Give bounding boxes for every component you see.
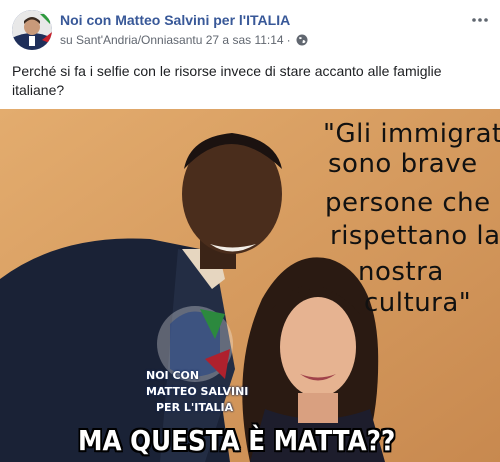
location-link[interactable]: Sant'Andria/Onniasantu bbox=[76, 33, 202, 47]
timestamp-link[interactable]: 27 a sas 11:14 bbox=[206, 33, 284, 47]
post-meta: su Sant'Andria/Onniasantu 27 a sas 11:14… bbox=[60, 33, 308, 47]
meme-bottom-text: MA QUESTA È MATTA?? bbox=[78, 424, 396, 457]
page-avatar[interactable] bbox=[12, 10, 52, 50]
watermark-text: NOI CON bbox=[146, 369, 200, 382]
quote-line: "Gli immigrati bbox=[323, 119, 500, 149]
avatar-image bbox=[12, 10, 52, 50]
location-prefix: su bbox=[60, 33, 73, 47]
globe-icon[interactable] bbox=[296, 34, 308, 46]
meta-separator: · bbox=[286, 33, 291, 47]
quote-line: persone che bbox=[325, 188, 491, 218]
watermark-text: PER L'ITALIA bbox=[156, 401, 234, 414]
quote-line: nostra bbox=[358, 257, 444, 287]
quote-line: rispettano la bbox=[330, 221, 500, 251]
page-name-link[interactable]: Noi con Matteo Salvini per l'ITALIA bbox=[60, 12, 290, 28]
post-caption: Perché si fa i selfie con le risorse inv… bbox=[12, 63, 442, 98]
post-image[interactable]: "Gli immigrati sono brave persone che ri… bbox=[0, 109, 500, 462]
watermark-text: MATTEO SALVINI bbox=[146, 385, 249, 398]
quote-line: cultura" bbox=[364, 288, 472, 318]
quote-line: sono brave bbox=[328, 149, 478, 179]
post-header: Noi con Matteo Salvini per l'ITALIA su S… bbox=[0, 0, 500, 56]
more-options-icon[interactable] bbox=[470, 10, 490, 30]
facebook-post: Noi con Matteo Salvini per l'ITALIA su S… bbox=[0, 0, 500, 462]
